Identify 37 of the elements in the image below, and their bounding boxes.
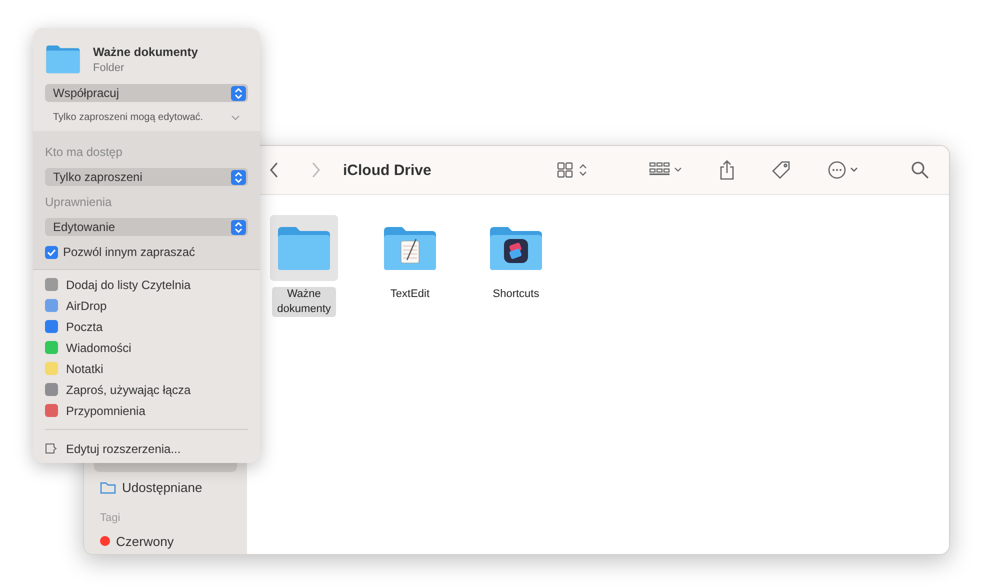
share-option[interactable]: Przypomnienia [45,402,248,419]
share-option[interactable]: Wiadomości [45,339,248,356]
file-item[interactable]: TextEdit [375,215,445,302]
share-option[interactable]: Poczta [45,318,248,335]
sidebar-item[interactable]: Udostępniane [94,476,237,498]
popover-title: Ważne dokumenty [93,44,198,58]
share-option[interactable]: AirDrop [45,297,248,314]
invite-checkbox[interactable]: Pozwól innym zapraszać [45,245,248,259]
sidebar-tag[interactable]: Czerwony [94,530,237,552]
folder-icon [276,225,332,271]
share-option[interactable]: Dodaj do listy Czytelnia [45,276,248,293]
permissions-select[interactable]: Edytowanie [45,218,248,236]
edit-extensions-item[interactable]: Edytuj rozszerzenia... [45,440,248,457]
stepper-icon [231,86,246,100]
folder-icon [100,480,116,494]
stepper-icon [231,170,246,184]
extension-icon [45,443,58,454]
stepper-icon [231,220,246,234]
chevron-icon [231,114,240,120]
summary-disclosure[interactable]: Tylko zaproszeni mogą edytować. [45,112,248,123]
popover-subtitle: Folder [93,62,126,74]
section-label: Kto ma dostęp [45,145,124,159]
access-select[interactable]: Tylko zaproszeni [45,168,248,186]
window-title: iCloud Drive [343,162,432,178]
folder-icon [45,44,81,74]
collaborate-select[interactable]: Współpracuj [45,84,248,102]
file-name: Shortcuts [492,287,540,302]
section-heading: Tagi [99,511,122,526]
folder-icon [488,225,544,271]
document-icon [400,238,420,264]
share-option[interactable]: Zaproś, używając łącza [45,381,248,398]
share-option[interactable]: Notatki [45,360,248,377]
section-label: Uprawnienia [45,195,113,209]
search-button[interactable] [909,159,931,181]
file-name: Ważne dokumenty [272,287,336,317]
file-name: TextEdit [389,287,431,302]
file-item[interactable]: Shortcuts [481,215,551,302]
